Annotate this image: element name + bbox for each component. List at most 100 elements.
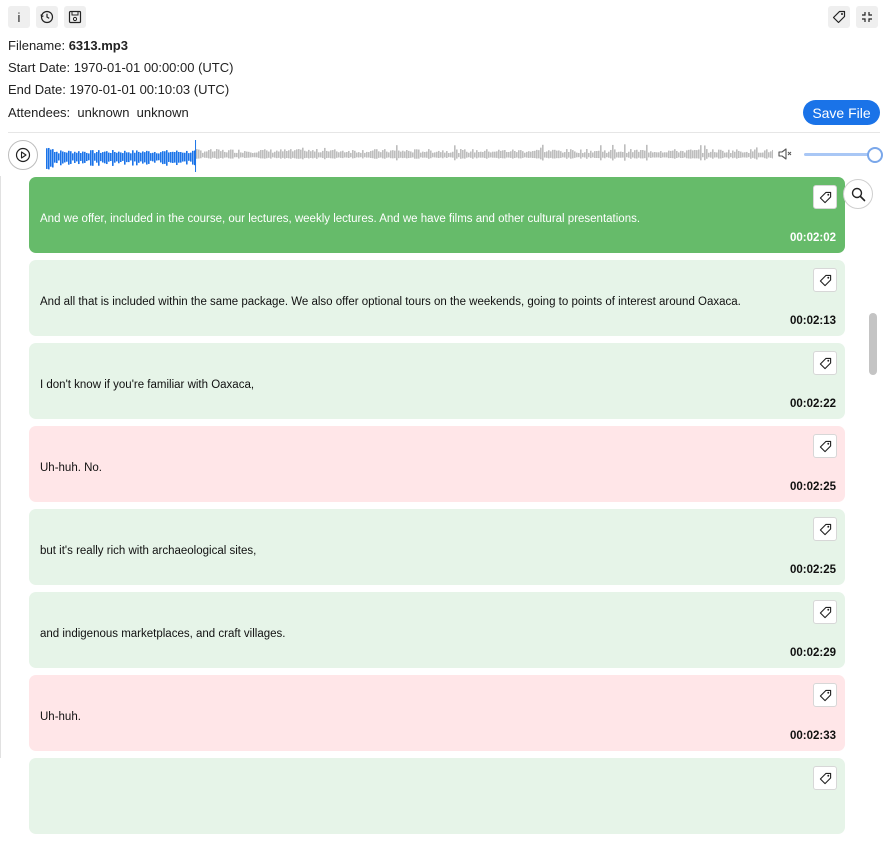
waveform-bar [362, 150, 364, 159]
waveform-bar [216, 149, 218, 159]
waveform-bar [752, 151, 754, 158]
segment-timestamp[interactable]: 00:02:02 [790, 232, 836, 244]
waveform-bar [92, 150, 94, 166]
waveform-bar [720, 149, 722, 159]
segment-tag-button[interactable] [813, 185, 837, 209]
waveform-bar [86, 152, 88, 162]
search-button[interactable] [843, 179, 873, 209]
segment-text: but it's really rich with archaeological… [40, 545, 257, 557]
segment-tag-button[interactable] [813, 683, 837, 707]
tag-button[interactable] [828, 6, 850, 28]
waveform-bar [380, 152, 382, 158]
waveform-bar [722, 150, 724, 159]
waveform-bar [288, 150, 290, 159]
waveform-bar [740, 151, 742, 158]
waveform-bar [584, 152, 586, 158]
segment-timestamp[interactable]: 00:02:25 [790, 481, 836, 493]
waveform-bar [252, 152, 254, 158]
end-date-row: End Date: 1970-01-01 00:10:03 (UTC) [8, 82, 229, 97]
segment-tag-button[interactable] [813, 600, 837, 624]
waveform-bar [48, 147, 50, 170]
waveform-bar [168, 152, 170, 162]
transcript-segment[interactable]: And all that is included within the same… [29, 260, 845, 336]
waveform-bar [58, 153, 60, 161]
transcript-segment[interactable]: Uh-huh. No. 00:02:25 [29, 426, 845, 502]
waveform-bar [192, 150, 194, 165]
transcript-segment[interactable] [29, 758, 845, 834]
waveform-bar [106, 151, 108, 165]
transcript-segment[interactable]: I don't know if you're familiar with Oax… [29, 343, 845, 419]
segment-timestamp[interactable]: 00:02:22 [790, 398, 836, 410]
info-button[interactable]: i [8, 6, 30, 28]
waveform-bar [522, 151, 524, 158]
waveform-bar [430, 150, 432, 159]
segment-timestamp[interactable]: 00:02:29 [790, 647, 836, 659]
transcript-segment[interactable]: but it's really rich with archaeological… [29, 509, 845, 585]
waveform-bar [744, 152, 746, 158]
waveform-bar [342, 150, 344, 159]
save-file-button[interactable]: Save File [803, 100, 880, 125]
panel-border [0, 176, 1, 758]
waveform-bar [620, 151, 622, 158]
waveform-bar [650, 151, 652, 158]
transcript-segment[interactable]: Uh-huh. 00:02:33 [29, 675, 845, 751]
tag-icon [832, 10, 846, 24]
tag-icon [819, 357, 831, 369]
end-date-label: End Date: [8, 82, 66, 97]
waveform-bar [286, 151, 288, 158]
waveform-bar [222, 149, 224, 159]
waveform-bar [354, 150, 356, 159]
segment-tag-button[interactable] [813, 268, 837, 292]
waveform-bar [626, 152, 628, 158]
segment-tag-button[interactable] [813, 766, 837, 790]
play-button[interactable] [8, 140, 38, 170]
waveform-bar [84, 151, 86, 163]
waveform-bar [368, 152, 370, 158]
waveform-bar [300, 149, 302, 159]
waveform-bar [546, 151, 548, 158]
transcript-segment[interactable]: and indigenous marketplaces, and craft v… [29, 592, 845, 668]
waveform-bar [642, 150, 644, 159]
info-icon: i [17, 9, 21, 25]
volume-slider-handle[interactable] [867, 147, 883, 163]
waveform-bar [510, 151, 512, 158]
waveform-bar [184, 152, 186, 162]
waveform-bar [428, 149, 430, 159]
waveform-bar [696, 150, 698, 159]
collapse-icon [862, 12, 872, 22]
history-button[interactable] [36, 6, 58, 28]
waveform-bar [608, 151, 610, 158]
waveform-bar [530, 151, 532, 158]
waveform-bar [272, 152, 274, 158]
waveform-bar [50, 149, 52, 167]
waveform-bar [308, 149, 310, 159]
waveform-bar [554, 149, 556, 159]
waveform-bar [310, 151, 312, 158]
history-icon [40, 10, 54, 24]
segment-tag-button[interactable] [813, 351, 837, 375]
waveform[interactable] [46, 140, 773, 172]
segment-timestamp[interactable]: 00:02:25 [790, 564, 836, 576]
waveform-bar [98, 150, 100, 166]
fullscreen-button[interactable] [856, 6, 878, 28]
waveform-bar [536, 149, 538, 159]
segment-tag-button[interactable] [813, 517, 837, 541]
waveform-bar [630, 149, 632, 159]
waveform-bar [312, 150, 314, 159]
segment-timestamp[interactable]: 00:02:33 [790, 730, 836, 742]
segment-tag-button[interactable] [813, 434, 837, 458]
waveform-bar [570, 149, 572, 159]
transcript-segment[interactable]: And we offer, included in the course, ou… [29, 177, 845, 253]
waveform-bar [488, 151, 490, 158]
waveform-bar [614, 149, 616, 159]
waveform-bar [236, 152, 238, 158]
volume-icon[interactable] [777, 146, 793, 162]
scrollbar-thumb[interactable] [869, 313, 877, 375]
waveform-bar [718, 149, 720, 159]
waveform-bar [388, 152, 390, 158]
audio-player [8, 140, 883, 172]
waveform-bar [420, 152, 422, 158]
segment-timestamp[interactable]: 00:02:13 [790, 315, 836, 327]
volume-slider[interactable] [804, 153, 874, 156]
save-icon-button[interactable] [64, 6, 86, 28]
